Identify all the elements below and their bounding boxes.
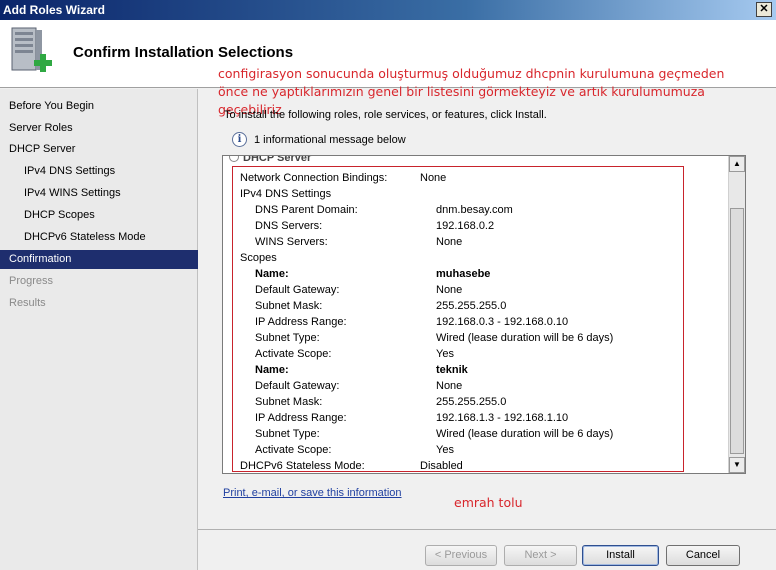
section-header-label: DHCP Server <box>243 155 312 164</box>
nav-item[interactable]: DHCP Scopes <box>0 206 198 225</box>
detail-label: IP Address Range: <box>255 316 347 328</box>
collapse-icon <box>229 156 239 162</box>
detail-value: Disabled <box>420 460 463 472</box>
detail-value: 192.168.1.3 - 192.168.1.10 <box>436 412 569 424</box>
detail-value: teknik <box>436 364 468 376</box>
nav-item[interactable]: DHCPv6 Stateless Mode <box>0 228 198 247</box>
detail-label: Activate Scope: <box>255 348 332 360</box>
detail-value: dnm.besay.com <box>436 204 513 216</box>
nav-item: Progress <box>9 275 54 287</box>
intro-text: To install the following roles, role ser… <box>224 109 547 121</box>
detail-label: IP Address Range: <box>255 412 347 424</box>
close-button[interactable]: ✕ <box>756 2 772 17</box>
section-header: DHCP Server <box>229 155 312 164</box>
scroll-down-button[interactable]: ▼ <box>729 457 745 473</box>
detail-value: 255.255.255.0 <box>436 396 507 408</box>
author-annotation: emrah tolu <box>454 495 523 510</box>
window-title: Add Roles Wizard <box>3 3 105 17</box>
detail-value: None <box>420 172 447 184</box>
detail-label: Name: <box>255 268 289 280</box>
detail-label: WINS Servers: <box>255 236 328 248</box>
previous-button[interactable]: < Previous <box>425 545 497 566</box>
scroll-up-button[interactable]: ▲ <box>729 156 745 172</box>
detail-label: Subnet Mask: <box>255 300 323 312</box>
detail-value: None <box>436 380 463 392</box>
detail-label: Default Gateway: <box>255 380 340 392</box>
detail-label: Scopes <box>240 252 277 264</box>
detail-label: IPv4 DNS Settings <box>240 188 332 200</box>
detail-value: None <box>436 284 463 296</box>
footer-divider <box>198 529 776 530</box>
page-title: Confirm Installation Selections <box>73 44 294 61</box>
detail-value: muhasebe <box>436 268 491 280</box>
info-message-text: 1 informational message below <box>254 134 406 146</box>
detail-label: DNS Servers: <box>255 220 323 232</box>
detail-label: Name: <box>255 364 289 376</box>
detail-label: Activate Scope: <box>255 444 332 456</box>
next-button[interactable]: Next > <box>504 545 577 566</box>
detail-value: None <box>436 236 463 248</box>
detail-value: Yes <box>436 444 454 456</box>
info-icon: i <box>232 132 247 147</box>
detail-label: Default Gateway: <box>255 284 340 296</box>
nav-item[interactable]: Before You Begin <box>0 97 198 116</box>
window-titlebar: Add Roles Wizard ✕ <box>0 0 776 20</box>
detail-value: Yes <box>436 348 454 360</box>
arrow-up-icon: ▲ <box>733 159 741 168</box>
detail-label: Network Connection Bindings: <box>240 172 388 184</box>
nav-item: Results <box>9 297 46 309</box>
vertical-scrollbar[interactable]: ▲ ▼ <box>728 156 745 473</box>
scroll-thumb[interactable] <box>730 208 744 454</box>
detail-value: 192.168.0.3 - 192.168.0.10 <box>436 316 569 328</box>
install-button[interactable]: Install <box>582 545 659 566</box>
detail-label: Subnet Type: <box>255 428 320 440</box>
close-icon: ✕ <box>759 3 769 15</box>
detail-value: Wired (lease duration will be 6 days) <box>436 332 614 344</box>
nav-item[interactable]: Confirmation <box>0 250 198 269</box>
detail-label: Subnet Type: <box>255 332 320 344</box>
wizard-nav: Before You Begin Server Roles DHCP Server I… <box>0 89 198 570</box>
detail-label: DHCPv6 Stateless Mode: <box>240 460 365 472</box>
detail-value: 192.168.0.2 <box>436 220 495 232</box>
detail-label: Subnet Mask: <box>255 396 323 408</box>
server-add-icon <box>11 27 52 72</box>
print-link[interactable]: Print, e-mail, or save this information <box>223 487 402 499</box>
nav-item[interactable]: Server Roles <box>0 119 198 138</box>
selections-list[interactable]: DHCP Server Network Connection Bindings:… <box>222 155 746 474</box>
nav-item[interactable]: DHCP Server <box>0 140 198 159</box>
nav-item[interactable]: IPv4 WINS Settings <box>0 184 198 203</box>
detail-value: Wired (lease duration will be 6 days) <box>436 428 614 440</box>
detail-value: 255.255.255.0 <box>436 300 507 312</box>
nav-item[interactable]: IPv4 DNS Settings <box>0 162 198 181</box>
arrow-down-icon: ▼ <box>733 460 741 469</box>
detail-label: DNS Parent Domain: <box>255 204 358 216</box>
cancel-button[interactable]: Cancel <box>666 545 740 566</box>
